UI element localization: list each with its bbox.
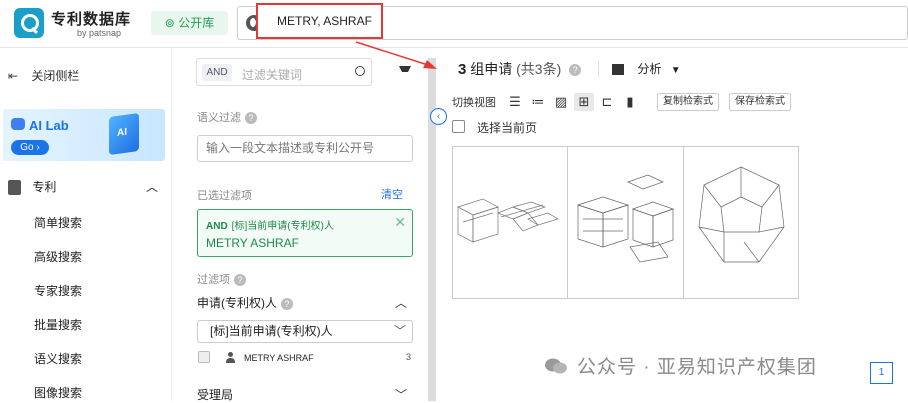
applicant-type-select[interactable]: [标]当前申请(专利权)人 ﹀ — [197, 320, 413, 343]
patent-section-label: 专利 — [32, 180, 57, 194]
top-bar: 专利数据库 by patsnap ⊚ 公开库 METRY, ASHRAF — [0, 0, 908, 48]
caret-down-icon: ▼ — [670, 65, 681, 76]
person-icon — [225, 352, 235, 363]
sidebar-item-image-search[interactable]: 图像搜索 — [34, 384, 82, 401]
patent-image-card[interactable] — [453, 147, 569, 298]
open-database-label: 公开库 — [178, 16, 215, 30]
view-switch-label: 切换视图 — [452, 97, 496, 109]
robot-icon — [11, 118, 25, 130]
help-icon[interactable]: ? — [234, 274, 246, 287]
close-sidebar-label: 关闭侧栏 — [31, 69, 80, 83]
filter-panel: AND 过滤关键词 语义过滤? 输入一段文本描述或专利公开号 已选过滤项 清空 … — [184, 51, 429, 403]
result-total: (共3条) — [516, 61, 562, 77]
watermark-text: 公众号 · 亚易知识产权集团 — [577, 357, 817, 378]
chevron-up-icon[interactable]: ︿ — [395, 294, 407, 311]
left-sidebar: ⇤ 关闭侧栏 AI Lab Go › 专利 ︿ 简单搜索 高级搜索 专家搜索 批… — [0, 48, 172, 401]
patent-drawing-dodecahedron — [698, 166, 785, 263]
patent-image-card[interactable] — [684, 147, 798, 298]
chevron-down-icon: ﹀ — [393, 324, 406, 338]
analysis-dropdown[interactable]: 分析 ▼ — [612, 60, 681, 77]
brand-title: 专利数据库 — [51, 11, 132, 28]
result-title: 3 组申请 (共3条) ? — [458, 59, 582, 79]
select-page-checkbox[interactable] — [452, 120, 465, 133]
analysis-label: 分析 — [637, 62, 662, 76]
filter-funnel-icon[interactable] — [399, 66, 411, 76]
help-icon[interactable]: ? — [569, 64, 582, 77]
sidebar-item-semantic-search[interactable]: 语义搜索 — [34, 350, 82, 367]
sidebar-item-batch-search[interactable]: 批量搜索 — [34, 316, 82, 333]
wechat-icon — [545, 358, 567, 374]
brand-subtitle: by patsnap — [77, 28, 122, 38]
globe-small-icon: ⊚ — [164, 16, 175, 30]
result-count: 3 — [458, 61, 467, 78]
detail-list-view-icon[interactable]: ≔ — [528, 93, 548, 111]
patent-drawing-cubes — [577, 174, 675, 263]
applicant-name: METRY ASHRAF — [244, 353, 314, 363]
ai-lab-banner[interactable]: AI Lab Go › — [3, 109, 165, 161]
close-icon[interactable]: ✕ — [394, 214, 406, 231]
chart-view-icon[interactable]: ▮ — [620, 93, 640, 111]
collapse-arrow-icon: ⇤ — [8, 69, 19, 83]
chosen-filter-value: METRY ASHRAF — [206, 236, 299, 250]
patent-doc-icon — [8, 180, 21, 196]
semantic-filter-input[interactable]: 输入一段文本描述或专利公开号 — [197, 135, 413, 162]
search-input[interactable]: METRY, ASHRAF — [256, 3, 383, 39]
result-title-text: 组申请 — [470, 61, 513, 77]
chevron-down-icon[interactable]: ﹀ — [395, 386, 407, 403]
open-database-button[interactable]: ⊚ 公开库 — [151, 11, 228, 35]
filter-keyword-placeholder: 过滤关键词 — [242, 68, 303, 82]
ai-lab-title: AI Lab — [29, 118, 69, 133]
help-icon[interactable]: ? — [281, 297, 293, 310]
patent-drawing-flat-box — [457, 198, 559, 243]
compare-view-icon[interactable]: ⊏ — [597, 93, 617, 111]
sidebar-item-advanced-search[interactable]: 高级搜索 — [34, 248, 82, 265]
close-sidebar-button[interactable]: ⇤ 关闭侧栏 — [8, 67, 79, 84]
search-icon[interactable] — [355, 66, 365, 76]
chevron-up-icon: ︿ — [145, 180, 158, 194]
applicant-filter-heading[interactable]: 申请(专利权)人? — [197, 294, 293, 311]
list-view-icon[interactable]: ☰ — [505, 93, 525, 111]
patent-section-header[interactable]: 专利 ︿ — [8, 178, 158, 196]
patent-image-card[interactable] — [568, 147, 684, 298]
patent-image-grid — [452, 146, 799, 299]
patsnap-logo-icon — [14, 8, 44, 38]
selected-filters-label: 已选过滤项 — [197, 190, 252, 202]
copy-query-button[interactable]: 复制检索式 — [657, 93, 719, 111]
select-page-label: 选择当前页 — [477, 121, 538, 135]
chosen-filter-field: AND [标]当前申请(专利权)人 — [206, 221, 334, 232]
semantic-filter-label: 语义过滤? — [197, 109, 257, 125]
collapse-panel-button[interactable]: ‹ — [430, 108, 447, 125]
image-view-icon[interactable]: ▨ — [551, 93, 571, 111]
ai-lab-go-button[interactable]: Go › — [11, 140, 49, 155]
applicant-count: 3 — [406, 352, 412, 362]
clear-filters-link[interactable]: 清空 — [381, 186, 403, 202]
sidebar-item-simple-search[interactable]: 简单搜索 — [34, 214, 82, 231]
sidebar-item-expert-search[interactable]: 专家搜索 — [34, 282, 82, 299]
applicant-checkbox[interactable] — [198, 351, 210, 363]
page-number-indicator[interactable]: 1 — [870, 362, 893, 384]
office-filter-heading[interactable]: 受理局 — [197, 386, 233, 403]
bar-chart-icon — [612, 64, 624, 76]
grid-view-icon[interactable]: ⊞ — [574, 93, 594, 111]
help-icon[interactable]: ? — [245, 112, 257, 125]
and-operator-tag[interactable]: AND — [202, 64, 232, 81]
ai-cube-icon — [109, 112, 139, 156]
applicant-type-value: [标]当前申请(专利权)人 — [210, 324, 333, 338]
divider — [598, 61, 599, 77]
filter-keyword-input[interactable]: AND 过滤关键词 — [196, 58, 372, 86]
save-query-button[interactable]: 保存检索式 — [729, 93, 791, 111]
selected-filter-chip[interactable]: AND [标]当前申请(专利权)人 METRY ASHRAF ✕ — [197, 209, 413, 257]
filters-section-label: 过滤项? — [197, 271, 246, 287]
